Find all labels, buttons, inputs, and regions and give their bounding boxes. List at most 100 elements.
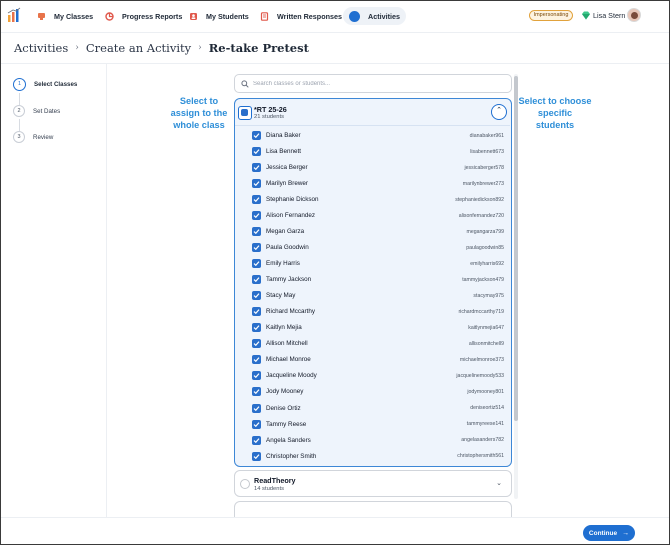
student-row[interactable]: Alison Fernandez alisonfernandez720: [235, 208, 510, 224]
student-username: paulagoodwin85: [466, 244, 504, 251]
app-logo-icon[interactable]: [7, 7, 21, 23]
student-row[interactable]: Tammy Reese tammyreese141: [235, 417, 510, 433]
student-row[interactable]: Marilyn Brewer marilynbrewer273: [235, 176, 510, 192]
student-row[interactable]: Paula Goodwin paulagoodwin85: [235, 240, 510, 256]
student-checkbox[interactable]: [252, 259, 261, 269]
student-checkbox[interactable]: [252, 451, 261, 461]
student-name: Angela Sanders: [266, 436, 311, 444]
student-row[interactable]: Emily Harris emilyharris692: [235, 256, 510, 272]
checkmark-icon: [253, 341, 260, 347]
student-checkbox[interactable]: [252, 163, 261, 173]
step-connector: [19, 93, 20, 105]
student-checkbox[interactable]: [252, 195, 261, 205]
nav-activities[interactable]: Activities: [343, 7, 406, 25]
collapse-button[interactable]: ⌃: [491, 104, 507, 120]
student-username: deniseortiz514: [470, 405, 504, 411]
checkmark-icon: [253, 229, 260, 235]
nav-my-classes[interactable]: My Classes: [31, 7, 99, 25]
step-set-dates[interactable]: 2 Set Dates: [13, 105, 60, 117]
student-row[interactable]: Christopher Smith christophersmith561: [235, 449, 510, 465]
breadcrumb: Activities › Create an Activity › Re-tak…: [14, 41, 309, 55]
student-checkbox[interactable]: [252, 131, 261, 140]
student-row[interactable]: Richard Mccarthy richardmccarthy719: [235, 304, 510, 320]
nav-label: Written Responses: [277, 11, 342, 21]
student-checkbox[interactable]: [252, 147, 261, 157]
nav-written-responses[interactable]: Written Responses: [254, 7, 348, 25]
annotation-line: Select to: [179, 96, 219, 106]
class-card-header[interactable]: *RT 25-26 21 students ⌃: [235, 99, 510, 126]
arrow-right-icon: →: [622, 529, 630, 537]
user-name[interactable]: Lisa Stern: [593, 11, 625, 20]
breadcrumb-activities[interactable]: Activities: [14, 41, 68, 55]
scrollbar-thumb[interactable]: [514, 76, 518, 421]
class-checkbox[interactable]: [240, 479, 250, 489]
student-checkbox[interactable]: [252, 355, 261, 365]
avatar[interactable]: [627, 8, 641, 22]
student-name: Marilyn Brewer: [266, 180, 308, 188]
student-row[interactable]: Stephanie Dickson stephaniedickson892: [235, 192, 510, 208]
nav-progress-reports[interactable]: Progress Reports: [99, 7, 188, 25]
student-username: michaelmonroe373: [459, 356, 504, 363]
student-row[interactable]: Stacy May stacymay975: [235, 288, 510, 304]
students-icon: [190, 12, 197, 20]
search-box: [234, 74, 512, 93]
student-row[interactable]: Angela Sanders angelasanders782: [235, 433, 510, 449]
student-name: Tammy Reese: [266, 420, 307, 428]
nav-label: Progress Reports: [122, 11, 183, 21]
student-username: lisabennett673: [470, 148, 504, 155]
step-review[interactable]: 3 Review: [13, 131, 53, 143]
step-connector: [19, 119, 20, 131]
annotation-line: assign to the: [170, 108, 228, 118]
student-checkbox[interactable]: [252, 371, 261, 381]
student-row[interactable]: Allison Mitchell allisonmitchell9: [235, 336, 510, 352]
student-checkbox[interactable]: [252, 227, 261, 237]
student-name: Alison Fernandez: [266, 212, 316, 220]
student-row[interactable]: Jody Mooney jodymooney801: [235, 384, 510, 400]
stepper: 1 Select Classes 2 Set Dates 3 Review: [1, 64, 107, 519]
student-row[interactable]: Diana Baker dianabaker961: [235, 128, 510, 144]
annotation-line: students: [535, 120, 575, 130]
breadcrumb-separator: ›: [198, 43, 202, 53]
student-row[interactable]: Megan Garza megangarza799: [235, 224, 510, 240]
student-username: jessicaberger578: [464, 164, 504, 171]
annotation-line: Select to choose: [518, 96, 592, 106]
step-number: 2: [13, 105, 25, 117]
student-checkbox[interactable]: [252, 387, 261, 397]
student-checkbox[interactable]: [252, 419, 261, 429]
class-card-collapsed[interactable]: ReadTheory 14 students ⌄: [234, 470, 512, 497]
student-checkbox[interactable]: [252, 307, 261, 317]
step-label: Review: [33, 133, 54, 141]
nav-my-students[interactable]: My Students: [183, 7, 255, 25]
student-checkbox[interactable]: [252, 339, 261, 349]
student-username: stacymay975: [473, 292, 504, 299]
activities-icon: [349, 10, 360, 22]
student-username: jodymooney801: [467, 388, 504, 395]
student-row[interactable]: Tammy Jackson tammyjackson479: [235, 272, 510, 288]
student-checkbox[interactable]: [252, 435, 261, 445]
student-checkbox[interactable]: [252, 275, 261, 285]
student-checkbox[interactable]: [252, 403, 261, 413]
chevron-down-icon[interactable]: ⌄: [496, 479, 502, 487]
student-row[interactable]: Jessica Berger jessicaberger578: [235, 160, 510, 176]
student-name: Paula Goodwin: [266, 244, 309, 252]
student-row[interactable]: Jacqueline Moody jacquelinemoody533: [235, 368, 510, 384]
select-whole-class-checkbox[interactable]: [238, 106, 252, 120]
student-name: Jody Mooney: [266, 388, 304, 396]
student-checkbox[interactable]: [252, 243, 261, 253]
continue-button[interactable]: Continue →: [583, 525, 635, 541]
student-checkbox[interactable]: [252, 291, 261, 301]
student-name: Emily Harris: [266, 260, 300, 268]
checkmark-icon: [253, 181, 260, 187]
student-row[interactable]: Denise Ortiz deniseortiz514: [235, 401, 510, 417]
student-checkbox[interactable]: [252, 211, 261, 221]
student-checkbox[interactable]: [252, 179, 261, 189]
student-checkbox[interactable]: [252, 323, 261, 333]
breadcrumb-create-activity[interactable]: Create an Activity: [86, 41, 191, 55]
student-row[interactable]: Lisa Bennett lisabennett673: [235, 144, 510, 160]
student-row[interactable]: Kaitlyn Mejia kaitlynmejia647: [235, 320, 510, 336]
step-label: Set Dates: [33, 107, 61, 115]
search-input[interactable]: [253, 78, 503, 90]
student-name: Jessica Berger: [266, 164, 308, 172]
step-select-classes[interactable]: 1 Select Classes: [13, 78, 77, 91]
student-row[interactable]: Michael Monroe michaelmonroe373: [235, 352, 510, 368]
